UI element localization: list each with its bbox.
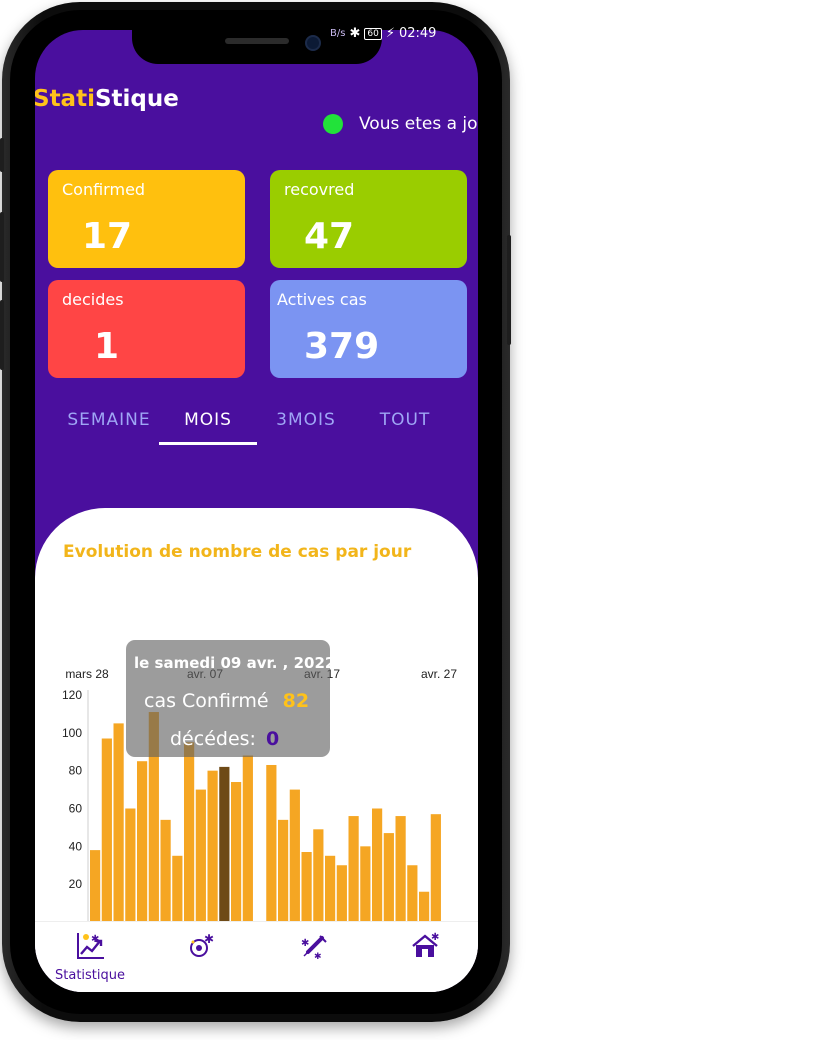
y-tick-label: 100 <box>62 726 82 740</box>
x-tick-label: avr. 27 <box>421 667 457 681</box>
front-camera <box>305 35 321 51</box>
chart-bar[interactable] <box>137 761 148 922</box>
chart-bar[interactable] <box>430 814 441 922</box>
chart-bar[interactable] <box>101 738 112 922</box>
card-confirmed-label: Confirmed <box>62 180 146 199</box>
y-tick-label: 120 <box>62 688 82 702</box>
chart-bar[interactable] <box>160 819 171 922</box>
svg-text:✱: ✱ <box>431 932 439 943</box>
x-tick-label: mars 28 <box>65 667 109 681</box>
chart-bar[interactable] <box>383 833 394 922</box>
chart-bar[interactable] <box>266 764 277 922</box>
y-tick-label: 40 <box>69 839 83 853</box>
chart-bar[interactable] <box>313 829 324 922</box>
chart-bar[interactable] <box>419 891 430 922</box>
tooltip-deceased-value: 0 <box>265 728 280 750</box>
card-confirmed[interactable]: Confirmed 17 <box>48 170 245 268</box>
card-recovered-value: 47 <box>304 216 355 257</box>
chart-bar[interactable] <box>407 865 418 922</box>
nav-item-vaccine[interactable]: ✱ ✱ <box>279 930 349 966</box>
earpiece-speaker <box>225 38 289 44</box>
nav-item-virus[interactable]: ✱ <box>166 930 236 966</box>
tab-active-indicator <box>159 442 257 445</box>
app-title-part1: Stati <box>35 86 95 112</box>
chart-bar[interactable] <box>348 816 359 922</box>
chart-bar[interactable] <box>360 846 371 922</box>
bottom-navigation: ✱ Statistique ✱ ✱ ✱ ✱ <box>35 921 478 992</box>
online-status-text: Vous etes a jour <box>359 114 478 134</box>
chart-bar[interactable] <box>336 865 347 922</box>
chart-bar[interactable] <box>172 855 183 922</box>
card-active-value: 379 <box>304 326 380 367</box>
vaccine-icon: ✱ ✱ <box>298 935 330 966</box>
chart-bar[interactable] <box>325 855 336 922</box>
online-indicator <box>323 114 343 134</box>
chart-bar[interactable] <box>278 819 289 922</box>
chart-tooltip: le samedi 09 avr. , 2022 cas Confirmé 82 … <box>126 640 335 757</box>
card-active[interactable]: Actives cas 379 <box>270 280 467 378</box>
chart-bar[interactable] <box>372 808 383 923</box>
nav-item-statistique[interactable]: ✱ Statistique <box>55 930 125 983</box>
volume-down-button <box>0 300 4 370</box>
network-speed: B/s <box>330 28 346 39</box>
tooltip-date: le samedi 09 avr. , 2022 <box>134 654 336 672</box>
svg-text:✱: ✱ <box>204 932 214 946</box>
chart-bar[interactable] <box>231 782 242 922</box>
status-time: 02:49 <box>398 26 437 41</box>
card-decides-value: 1 <box>94 326 120 367</box>
nav-label-statistique: Statistique <box>55 968 125 983</box>
volume-up-button <box>0 212 4 282</box>
statistics-icon: ✱ <box>74 933 106 966</box>
battery-icon: 60 <box>364 27 382 40</box>
tooltip-deceased-label: décédes: <box>170 728 256 750</box>
card-recovered[interactable]: recovred 47 <box>270 170 467 268</box>
tab-3mois[interactable]: 3MOIS <box>256 410 356 430</box>
y-tick-label: 80 <box>69 764 83 778</box>
power-button <box>507 235 511 345</box>
card-confirmed-value: 17 <box>82 216 133 257</box>
chart-bar[interactable] <box>125 808 136 923</box>
chart-bar[interactable] <box>289 789 300 922</box>
tooltip-confirmed: cas Confirmé 82 <box>144 690 309 712</box>
card-recovered-label: recovred <box>284 180 355 199</box>
tooltip-confirmed-value: 82 <box>282 690 310 712</box>
nav-item-home[interactable]: ✱ <box>390 930 460 966</box>
svg-text:✱: ✱ <box>91 934 99 945</box>
tooltip-confirmed-label: cas Confirmé <box>144 690 269 712</box>
chart-bar[interactable] <box>90 850 101 922</box>
status-bar: B/s ✱ 60 ⚡ 02:49 <box>330 26 436 41</box>
charging-icon: ⚡ <box>385 26 395 41</box>
y-tick-label: 60 <box>69 802 83 816</box>
chart-bar[interactable] <box>395 816 406 922</box>
card-decides[interactable]: decides 1 <box>48 280 245 378</box>
house-icon: ✱ <box>409 932 441 966</box>
chart-bar[interactable] <box>195 789 206 922</box>
mute-switch <box>0 138 4 172</box>
svg-text:✱: ✱ <box>314 952 322 962</box>
app-title: StatiStique <box>35 86 179 112</box>
bluetooth-icon: ✱ <box>349 26 361 41</box>
svg-text:✱: ✱ <box>301 938 309 949</box>
tab-semaine[interactable]: SEMAINE <box>59 410 159 430</box>
tab-mois[interactable]: MOIS <box>158 410 258 430</box>
chart-bar[interactable] <box>242 755 253 922</box>
chart-title: Evolution de nombre de cas par jour <box>63 542 412 562</box>
chart-bar[interactable] <box>113 723 124 922</box>
app-title-part2: Stique <box>94 86 179 112</box>
tooltip-deceased: décédes: 0 <box>170 728 279 750</box>
chart-bar[interactable] <box>219 766 230 922</box>
chart-bar[interactable] <box>301 852 312 922</box>
chart-bar[interactable] <box>184 742 195 922</box>
tab-tout[interactable]: TOUT <box>355 410 455 430</box>
chart-bar[interactable] <box>207 770 218 922</box>
app-screen: StatiStique Vous etes a jour Confirmed 1… <box>35 30 478 992</box>
card-decides-label: decides <box>62 290 124 309</box>
virus-icon: ✱ <box>185 932 217 966</box>
y-tick-label: 20 <box>69 877 83 891</box>
card-active-label: Actives cas <box>277 290 367 309</box>
